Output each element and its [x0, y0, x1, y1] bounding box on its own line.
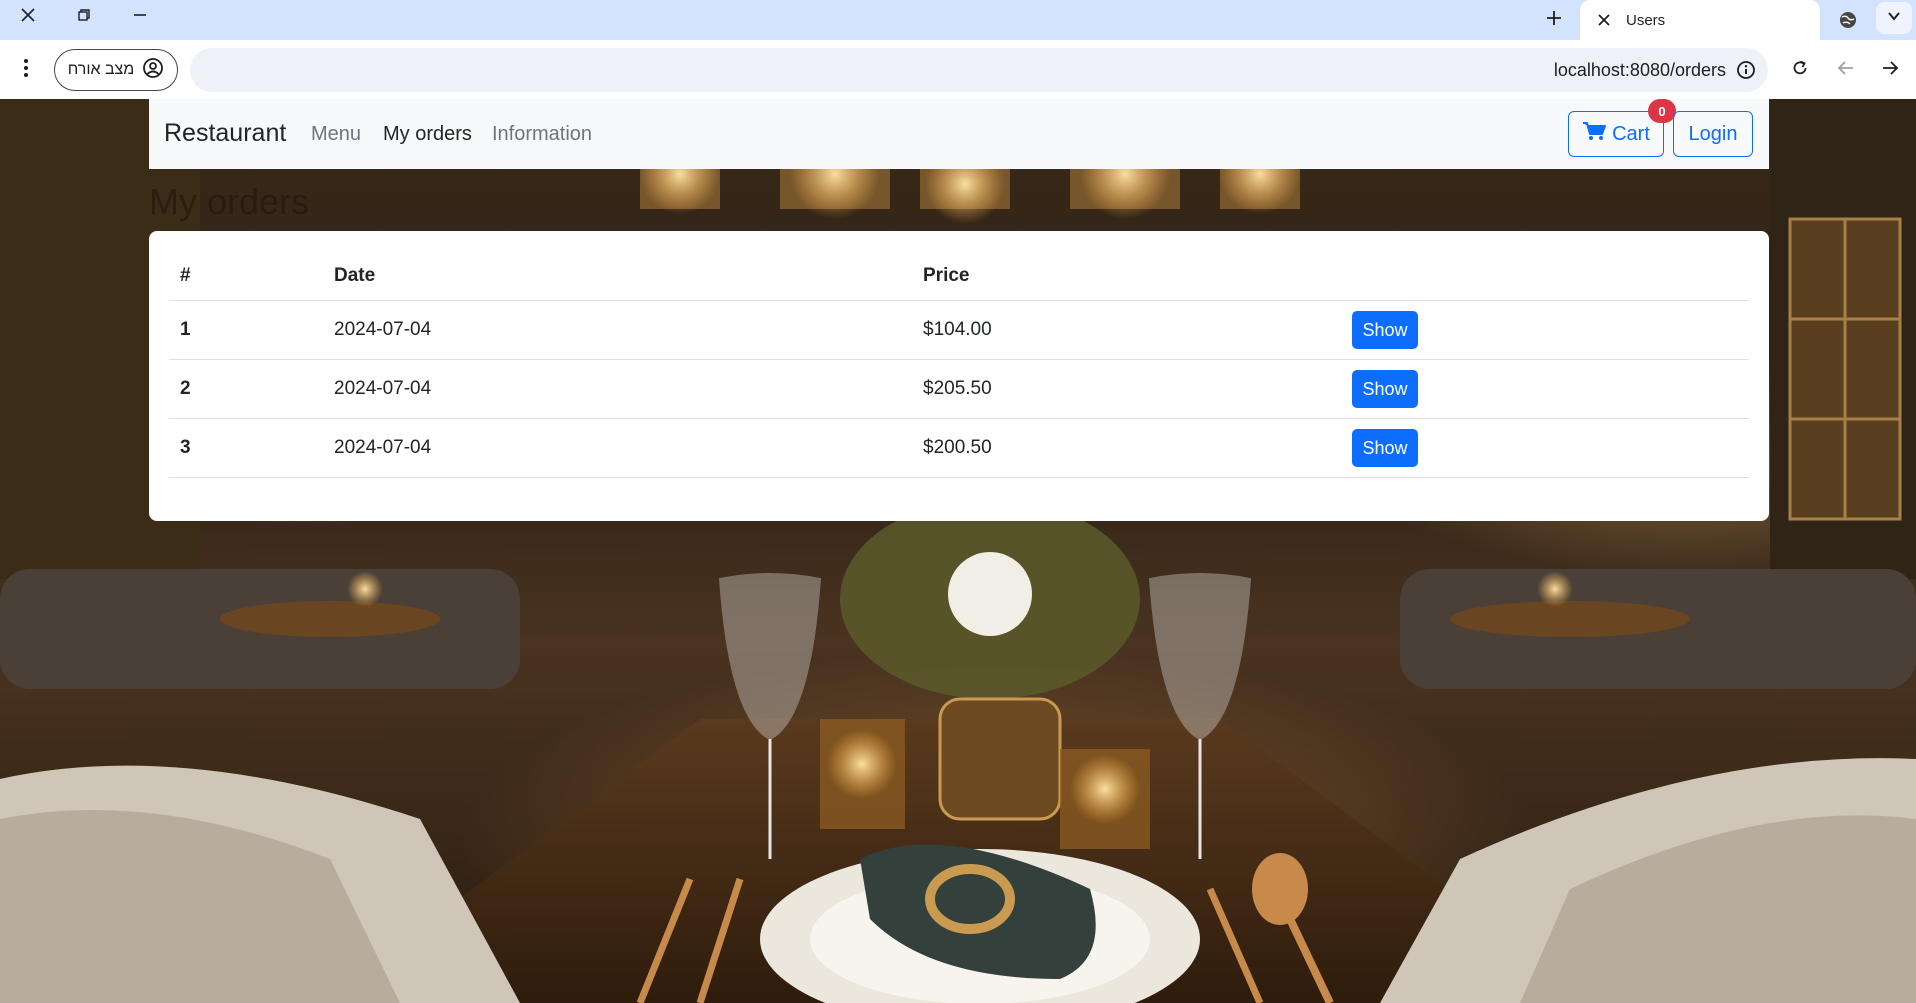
show-order-button[interactable]: Show: [1352, 311, 1418, 349]
table-header-row: # Date Price: [169, 251, 1749, 301]
brand-link[interactable]: Restaurant: [164, 119, 286, 148]
nav-link-information[interactable]: Information: [492, 123, 592, 146]
url-text[interactable]: localhost:8080/orders: [1554, 60, 1726, 81]
forward-button[interactable]: [1874, 54, 1906, 86]
order-date: 2024-07-04: [334, 378, 432, 399]
forward-arrow-icon: [1880, 58, 1900, 83]
minimize-icon: [132, 7, 148, 23]
tab-close-button[interactable]: [1592, 8, 1616, 32]
tab-search-button[interactable]: [1876, 2, 1912, 34]
plus-icon: [1545, 9, 1563, 32]
login-button[interactable]: Login: [1673, 111, 1753, 157]
column-header-price: Price: [923, 265, 970, 286]
restore-icon: [76, 7, 92, 23]
order-number: 1: [180, 319, 191, 340]
cart-icon: [1582, 121, 1607, 147]
table-row: 2 2024-07-04 $205.50 Show: [169, 360, 1749, 419]
profile-icon: [142, 57, 164, 84]
globe-icon[interactable]: [1832, 4, 1864, 36]
cart-count-badge: 0: [1648, 99, 1676, 123]
guest-label: מצב אורח: [67, 61, 135, 78]
order-date: 2024-07-04: [334, 319, 432, 340]
orders-card: # Date Price 1 2024-07-04 $104.00 Show 2…: [149, 231, 1769, 521]
page-title: My orders: [149, 181, 310, 222]
close-icon: [20, 7, 36, 23]
window-close-button[interactable]: [0, 0, 56, 30]
column-header-date: Date: [334, 265, 376, 286]
window-restore-button[interactable]: [56, 0, 112, 30]
browser-toolbar: מצב אורח localhost:8080/orders: [0, 40, 1916, 99]
window-minimize-button[interactable]: [112, 0, 168, 30]
reload-icon: [1790, 58, 1810, 83]
guest-profile-button[interactable]: מצב אורח: [54, 49, 178, 91]
back-arrow-icon: [1836, 58, 1856, 83]
orders-table: # Date Price 1 2024-07-04 $104.00 Show 2…: [169, 251, 1749, 478]
column-header-number: #: [180, 265, 191, 286]
address-bar[interactable]: localhost:8080/orders: [190, 48, 1768, 92]
order-price: $200.50: [923, 437, 992, 458]
back-button[interactable]: [1830, 54, 1862, 86]
show-order-button[interactable]: Show: [1352, 429, 1418, 467]
order-number: 3: [180, 437, 191, 458]
browser-tab-active[interactable]: Users: [1580, 0, 1820, 40]
nav-link-menu[interactable]: Menu: [311, 123, 361, 146]
nav-link-my-orders[interactable]: My orders: [383, 123, 472, 146]
tab-title: Users: [1626, 11, 1666, 29]
new-tab-button[interactable]: [1538, 4, 1570, 36]
info-icon[interactable]: [1734, 58, 1758, 82]
show-order-button[interactable]: Show: [1352, 370, 1418, 408]
order-number: 2: [180, 378, 191, 399]
cart-label: Cart: [1612, 122, 1650, 145]
kebab-menu-icon: [23, 58, 29, 83]
chevron-down-icon: [1886, 8, 1902, 29]
page-viewport: Restaurant Menu My orders Information Ca…: [0, 99, 1916, 1003]
table-row: 1 2024-07-04 $104.00 Show: [169, 301, 1749, 360]
reload-button[interactable]: [1784, 54, 1816, 86]
table-row: 3 2024-07-04 $200.50 Show: [169, 419, 1749, 478]
order-date: 2024-07-04: [334, 437, 432, 458]
order-price: $205.50: [923, 378, 992, 399]
site-navbar: Restaurant Menu My orders Information Ca…: [149, 99, 1769, 169]
browser-tab-bar: Users: [0, 0, 1916, 40]
browser-menu-button[interactable]: [12, 54, 40, 86]
order-price: $104.00: [923, 319, 992, 340]
